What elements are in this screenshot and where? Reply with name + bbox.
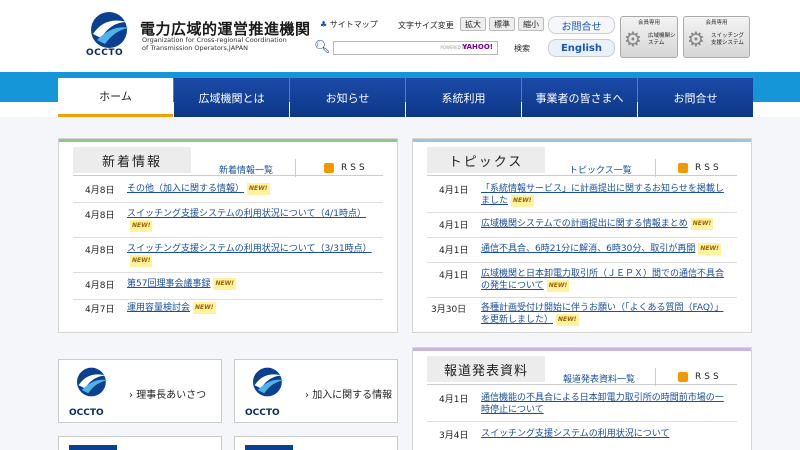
greeting-button[interactable]: OCCTO › 理事長あいさつ: [58, 359, 222, 423]
search-input[interactable]: POWERED BY YAHOO!: [333, 41, 498, 55]
occto-logo: [77, 367, 108, 397]
list-item[interactable]: 4月1日 広域機関と日本卸電力取引所（ＪＥＰＸ）間での通信不具合の発生について N…: [427, 268, 737, 298]
english-button[interactable]: English: [548, 39, 615, 57]
member-label: スイッチング支援システム: [711, 33, 745, 46]
topics-title: トピックス: [427, 147, 545, 173]
chevron-right-icon: ›: [129, 390, 133, 401]
banner-image: [245, 445, 293, 450]
topics-rss-link[interactable]: RSS: [695, 163, 722, 173]
news-rss-link[interactable]: RSS: [341, 163, 368, 173]
list-item[interactable]: 4月1日 通信不具合、6時21分に解消、6時30分、取引が再開 NEW!: [427, 243, 737, 263]
press-rss-link[interactable]: RSS: [695, 372, 722, 382]
press-title: 報道発表資料: [427, 356, 545, 382]
topics-stripe: [413, 139, 751, 142]
topics-panel: トピックス トピックス一覧 RSS 4月1日 「系統情報サービス」に計画提出に関…: [412, 138, 752, 333]
member-label: 広域機関システム: [648, 33, 676, 46]
list-item[interactable]: 4月1日 「系統情報サービス」に計画提出に関するお知らせを掲載しました NEW!: [427, 183, 737, 213]
press-stripe: [413, 348, 751, 351]
org-name-en: Organization for Cross-regional Coordina…: [142, 36, 287, 52]
news-stripe: [59, 139, 397, 142]
logo-wordmark: OCCTO: [69, 408, 104, 418]
divider: [73, 175, 383, 176]
banner-button[interactable]: [234, 436, 398, 450]
list-item[interactable]: 4月1日 広域機関システムでの計画提出に関する情報まとめ NEW!: [427, 218, 737, 238]
font-small-button[interactable]: 縮小: [518, 17, 544, 31]
switching-system-button[interactable]: 会員専用 ⚙ スイッチング支援システム: [683, 16, 750, 58]
yahoo-logo: YAHOO!: [462, 43, 493, 51]
nav-for-operators[interactable]: 事業者の皆さまへ: [522, 78, 637, 117]
nav-grid-usage[interactable]: 系統利用: [406, 78, 521, 117]
news-panel: 新着情報 新着情報一覧 RSS 4月8日 その他（加入に関する情報） NEW! 4…: [58, 138, 398, 333]
rss-icon[interactable]: [324, 163, 334, 173]
list-item[interactable]: 4月7日 運用容量検討会 NEW!: [73, 302, 383, 322]
font-standard-button[interactable]: 標準: [489, 17, 515, 31]
gear-icon: ⚙: [624, 27, 642, 51]
gear-icon: ⚙: [687, 27, 705, 51]
rss-icon[interactable]: [678, 372, 688, 382]
list-item[interactable]: 4月8日 スイッチング支援システムの利用状況について（3/31時点）NEW!: [73, 243, 383, 273]
sitemap-icon: ♣: [320, 20, 328, 29]
banner-button[interactable]: [58, 436, 222, 450]
member-header: 会員専用: [637, 20, 660, 26]
divider: [427, 175, 737, 176]
search-button[interactable]: 検索: [514, 43, 530, 54]
list-item[interactable]: 4月8日 第57回理事会議事録 NEW!: [73, 278, 383, 300]
chevron-right-icon: ›: [305, 390, 309, 401]
nav-notices[interactable]: お知らせ: [290, 78, 405, 117]
member-system-button[interactable]: 会員専用 ⚙ 広域機関システム: [620, 16, 678, 58]
join-info-button[interactable]: OCCTO › 加入に関する情報: [234, 359, 398, 423]
list-item[interactable]: 4月1日 通信機能の不具合による日本卸電力取引所の時間前市場の一時停止について: [427, 392, 737, 422]
list-item[interactable]: 3月4日 スイッチング支援システムの利用状況について: [427, 428, 737, 448]
logo-wordmark: OCCTO: [86, 48, 124, 58]
list-item[interactable]: 3月30日 各種計画受付け開始に伴うお願い（「よくある質問（FAQ）」を更新しま…: [427, 302, 737, 330]
news-title: 新着情報: [73, 147, 191, 173]
list-item[interactable]: 4月8日 スイッチング支援システムの利用状況について（4/1時点）NEW!: [73, 208, 383, 238]
nav-contact[interactable]: お問合せ: [638, 78, 753, 117]
press-panel: 報道発表資料 報道発表資料一覧 RSS 4月1日 通信機能の不具合による日本卸電…: [412, 347, 752, 450]
sitemap-link[interactable]: ♣ サイトマップ: [320, 19, 378, 30]
greeting-label: › 理事長あいさつ: [129, 390, 207, 401]
nav-home[interactable]: ホーム: [58, 78, 173, 117]
logo-wordmark: OCCTO: [245, 408, 280, 418]
nav-about[interactable]: 広域機関とは: [174, 78, 289, 117]
font-large-button[interactable]: 拡大: [460, 17, 486, 31]
main-nav: ホーム 広域機関とは お知らせ 系統利用 事業者の皆さまへ お問合せ: [58, 78, 754, 117]
join-info-label: › 加入に関する情報: [305, 390, 393, 401]
header-contact-button[interactable]: お問合せ: [548, 16, 615, 34]
font-size-label: 文字サイズ変更: [398, 21, 454, 30]
rss-icon[interactable]: [678, 163, 688, 173]
divider: [427, 384, 737, 385]
search-icon[interactable]: 🔍︎: [314, 40, 331, 55]
list-item[interactable]: 4月8日 その他（加入に関する情報） NEW!: [73, 183, 383, 203]
occto-logo: [253, 367, 284, 397]
member-header: 会員専用: [705, 20, 728, 26]
banner-image: [69, 445, 117, 450]
